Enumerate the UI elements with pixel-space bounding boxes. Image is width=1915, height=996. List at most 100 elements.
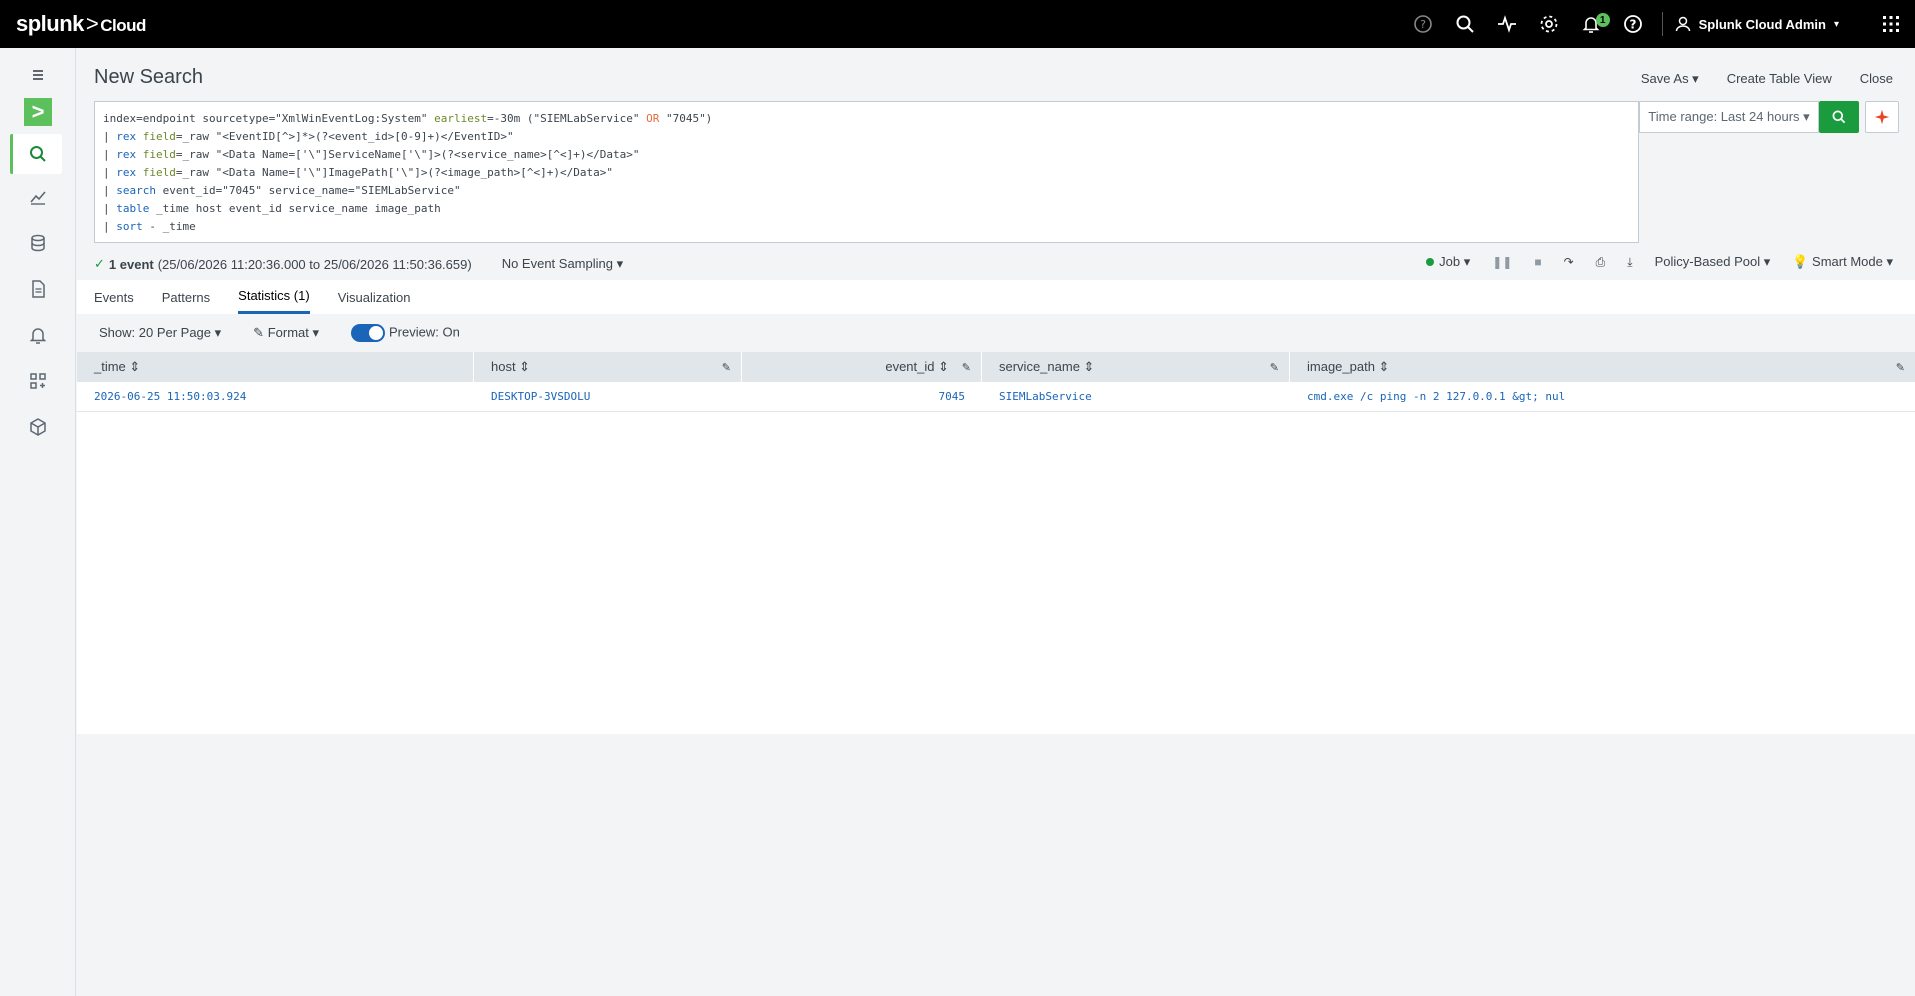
save-as-menu[interactable]: Save As ▾ bbox=[1641, 71, 1699, 87]
search-icon bbox=[1832, 110, 1846, 124]
query-text: _time host event_id service_name image_p… bbox=[149, 202, 441, 215]
query-text: - _time bbox=[142, 220, 196, 233]
query-pipe: | bbox=[103, 166, 117, 179]
help-icon[interactable]: ? bbox=[1612, 0, 1654, 48]
pause-icon[interactable]: ❚❚ bbox=[1492, 255, 1512, 269]
pencil-icon[interactable]: ✎ bbox=[722, 361, 731, 374]
close-button[interactable]: Close bbox=[1860, 71, 1893, 87]
results-toolbar: Show: 20 Per Page ▾ ✎ Format ▾ Preview: … bbox=[77, 314, 1915, 352]
query-pipe: | bbox=[103, 148, 117, 161]
cube-icon bbox=[30, 418, 46, 436]
share-icon[interactable]: ↷ bbox=[1564, 255, 1574, 269]
query-pipe: | bbox=[103, 184, 117, 197]
results-table: _time ⇕ host ⇕ ✎ event_id ⇕ ✎ service_name… bbox=[77, 352, 1915, 734]
cell-event-id[interactable]: 7045 bbox=[742, 382, 982, 411]
column-header-event-id[interactable]: event_id ⇕ ✎ bbox=[742, 352, 982, 382]
check-icon: ✓ bbox=[94, 256, 105, 271]
column-label: service_name ⇕ bbox=[999, 359, 1095, 374]
column-header-host[interactable]: host ⇕ ✎ bbox=[474, 352, 742, 382]
job-status-dot bbox=[1426, 258, 1435, 266]
search-query-editor[interactable]: index=endpoint sourcetype="XmlWinEventLo… bbox=[94, 101, 1639, 243]
search-icon[interactable] bbox=[1444, 0, 1486, 48]
logo-separator: > bbox=[85, 11, 99, 36]
format-label: Format ▾ bbox=[267, 325, 319, 340]
pencil-icon[interactable]: ✎ bbox=[1270, 361, 1279, 374]
query-text: =_raw "<Data Name=['\"]ServiceName['\"]>… bbox=[175, 148, 640, 161]
activity-icon[interactable] bbox=[1486, 0, 1528, 48]
search-button[interactable] bbox=[1819, 101, 1859, 133]
search-mode-label: Smart Mode ▾ bbox=[1812, 254, 1893, 269]
page-title: New Search bbox=[94, 66, 203, 88]
query-command: rex bbox=[116, 166, 137, 179]
sidebar-item-datasets[interactable] bbox=[0, 220, 76, 266]
toggle-switch bbox=[351, 324, 385, 342]
query-arg: field bbox=[136, 148, 176, 161]
apps-grid-icon[interactable] bbox=[1867, 0, 1915, 48]
time-range-text: (25/06/2026 11:20:36.000 to 25/06/2026 1… bbox=[157, 256, 472, 272]
gear-icon[interactable] bbox=[1528, 0, 1570, 48]
pencil-icon[interactable]: ✎ bbox=[1896, 361, 1905, 374]
stop-icon[interactable]: ■ bbox=[1534, 255, 1541, 269]
line-chart-icon bbox=[30, 191, 46, 205]
table-header: _time ⇕ host ⇕ ✎ event_id ⇕ ✎ service_name… bbox=[77, 352, 1915, 382]
user-menu[interactable]: Splunk Cloud Admin ▾ bbox=[1675, 16, 1839, 32]
query-keyword: earliest bbox=[434, 112, 488, 125]
column-header-time[interactable]: _time ⇕ bbox=[77, 352, 474, 382]
export-icon[interactable]: ⤓ bbox=[1627, 255, 1632, 270]
tab-events[interactable]: Events bbox=[94, 280, 134, 314]
sidebar-item-apps[interactable] bbox=[0, 404, 76, 450]
results-tabs: Events Patterns Statistics (1) Visualiza… bbox=[77, 280, 1915, 314]
column-label: host ⇕ bbox=[491, 359, 531, 374]
user-icon bbox=[1675, 16, 1690, 32]
chevron-down-icon: ▾ bbox=[1833, 18, 1839, 30]
lightbulb-icon: 💡 bbox=[1792, 254, 1809, 269]
cell-image-path[interactable]: cmd.exe /c ping -n 2 127.0.0.1 &gt; nul bbox=[1290, 382, 1915, 411]
query-arg: field bbox=[136, 130, 176, 143]
menu-icon[interactable] bbox=[0, 60, 76, 90]
svg-text:?: ? bbox=[1629, 18, 1636, 32]
search-icon bbox=[29, 146, 46, 162]
query-pipe: | bbox=[103, 130, 117, 143]
cell-time[interactable]: 2026-06-25 11:50:03.924 bbox=[77, 382, 474, 411]
print-icon[interactable]: ⎙ bbox=[1596, 255, 1606, 270]
event-count[interactable]: 1 event bbox=[109, 257, 154, 272]
ai-assistant-button[interactable] bbox=[1865, 101, 1899, 133]
preview-toggle[interactable]: Preview: On bbox=[351, 324, 460, 342]
sidebar-item-reports[interactable] bbox=[0, 266, 76, 312]
query-command: table bbox=[116, 202, 150, 215]
bell-icon[interactable]: 1 bbox=[1570, 0, 1612, 48]
cell-host[interactable]: DESKTOP-3VSDOLU bbox=[474, 382, 742, 411]
tab-patterns[interactable]: Patterns bbox=[162, 280, 210, 314]
query-pipe: | bbox=[103, 202, 117, 215]
tab-visualization[interactable]: Visualization bbox=[338, 280, 411, 314]
query-text: index=endpoint sourcetype="XmlWinEventLo… bbox=[103, 112, 435, 125]
sidebar-item-search[interactable] bbox=[10, 134, 62, 174]
app-logo-icon[interactable]: > bbox=[0, 90, 76, 134]
query-command: rex bbox=[116, 130, 137, 143]
page-actions: Save As ▾ Create Table View Close bbox=[1641, 71, 1893, 87]
query-text: =-30m ("SIEMLabService" bbox=[487, 112, 647, 125]
format-menu[interactable]: ✎ Format ▾ bbox=[253, 325, 319, 341]
pool-menu[interactable]: Policy-Based Pool ▾ bbox=[1655, 254, 1771, 270]
tab-statistics[interactable]: Statistics (1) bbox=[238, 280, 310, 314]
query-text: "7045") bbox=[659, 112, 713, 125]
sidebar-item-dashboards[interactable] bbox=[0, 358, 76, 404]
event-sampling-menu[interactable]: No Event Sampling ▾ bbox=[502, 256, 623, 272]
time-range-picker[interactable]: Time range: Last 24 hours ▾ bbox=[1639, 101, 1819, 133]
document-icon bbox=[32, 280, 45, 298]
create-table-view-button[interactable]: Create Table View bbox=[1727, 71, 1832, 87]
pencil-icon[interactable]: ✎ bbox=[962, 361, 971, 374]
sidebar-item-analytics[interactable] bbox=[0, 174, 76, 220]
job-menu[interactable]: Job ▾ bbox=[1426, 254, 1470, 270]
sidebar-item-alerts[interactable] bbox=[0, 312, 76, 358]
column-header-service-name[interactable]: service_name ⇕ ✎ bbox=[982, 352, 1290, 382]
column-header-image-path[interactable]: image_path ⇕ ✎ bbox=[1290, 352, 1915, 382]
query-command: search bbox=[116, 184, 156, 197]
cell-service-name[interactable]: SIEMLabService bbox=[982, 382, 1290, 411]
help-circle-icon[interactable]: ? bbox=[1402, 0, 1444, 48]
rows-per-page-menu[interactable]: Show: 20 Per Page ▾ bbox=[99, 325, 221, 341]
column-label: event_id ⇕ bbox=[885, 359, 949, 374]
splunk-logo[interactable]: splunk > Cloud bbox=[16, 11, 146, 37]
search-mode-menu[interactable]: 💡 Smart Mode ▾ bbox=[1792, 254, 1893, 270]
preview-label: Preview: On bbox=[389, 324, 460, 340]
